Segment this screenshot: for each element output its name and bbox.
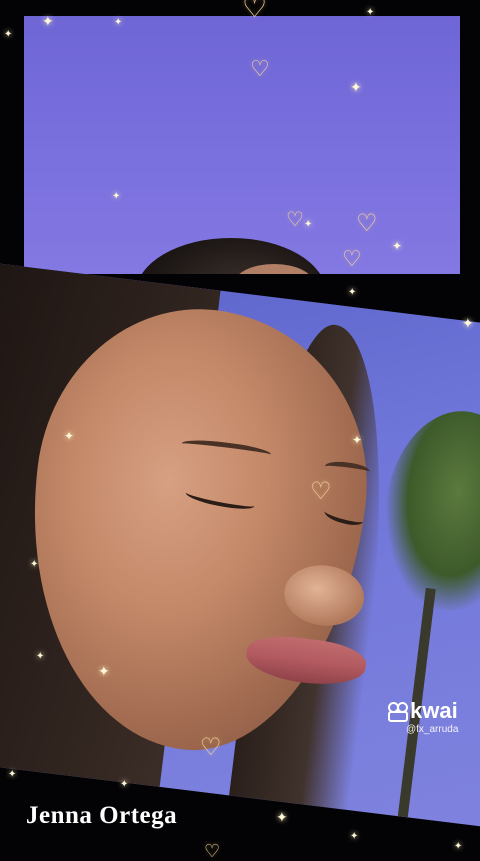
sparkle-icon: ✦ — [392, 239, 403, 253]
heart-icon: ♡ — [286, 209, 304, 231]
heart-icon: ♡ — [200, 734, 222, 761]
heart-icon: ♡ — [310, 478, 332, 505]
sparkle-icon: ✦ — [120, 779, 129, 790]
eyebrow-left — [180, 437, 272, 461]
closed-eye-right — [322, 504, 366, 529]
caption-name: Jenna Ortega — [26, 802, 178, 829]
heart-icon: ♡ — [342, 246, 362, 271]
sparkle-icon: ✦ — [366, 7, 375, 18]
sparkle-icon: ✦ — [36, 651, 45, 662]
heart-icon: ♡ — [204, 841, 221, 861]
sparkle-icon: ✦ — [98, 663, 110, 679]
sparkle-icon: ✦ — [42, 13, 54, 29]
sparkle-icon: ✦ — [4, 29, 13, 40]
sparkle-icon: ✦ — [8, 769, 17, 780]
kwai-watermark: kwai @fx_arruda — [386, 698, 458, 735]
sparkle-icon: ✦ — [112, 191, 121, 202]
palm-tree — [373, 403, 480, 619]
sparkle-icon: ✦ — [348, 287, 357, 298]
sparkle-icon: ✦ — [454, 841, 463, 852]
heart-icon: ♡ — [242, 0, 268, 23]
eyebrow-right — [324, 459, 371, 479]
heart-icon: ♡ — [356, 210, 378, 237]
sparkle-icon: ✦ — [352, 433, 363, 447]
sparkle-icon: ✦ — [350, 831, 359, 842]
sparkle-icon: ✦ — [304, 219, 313, 230]
sparkle-icon: ✦ — [114, 17, 123, 28]
closed-eye-left — [184, 485, 256, 513]
sparkle-icon: ✦ — [462, 315, 474, 331]
main-photo — [0, 262, 480, 828]
sparkle-icon: ✦ — [64, 429, 75, 443]
sparkle-icon: ✦ — [30, 559, 39, 570]
watermark-handle: @fx_arruda — [406, 724, 459, 735]
heart-icon: ♡ — [250, 56, 270, 81]
sparkle-icon: ✦ — [276, 809, 288, 825]
watermark-brand: kwai — [410, 698, 458, 723]
sparkle-icon: ✦ — [350, 79, 362, 95]
kwai-logo-icon — [386, 700, 408, 722]
top-photo — [24, 16, 460, 274]
